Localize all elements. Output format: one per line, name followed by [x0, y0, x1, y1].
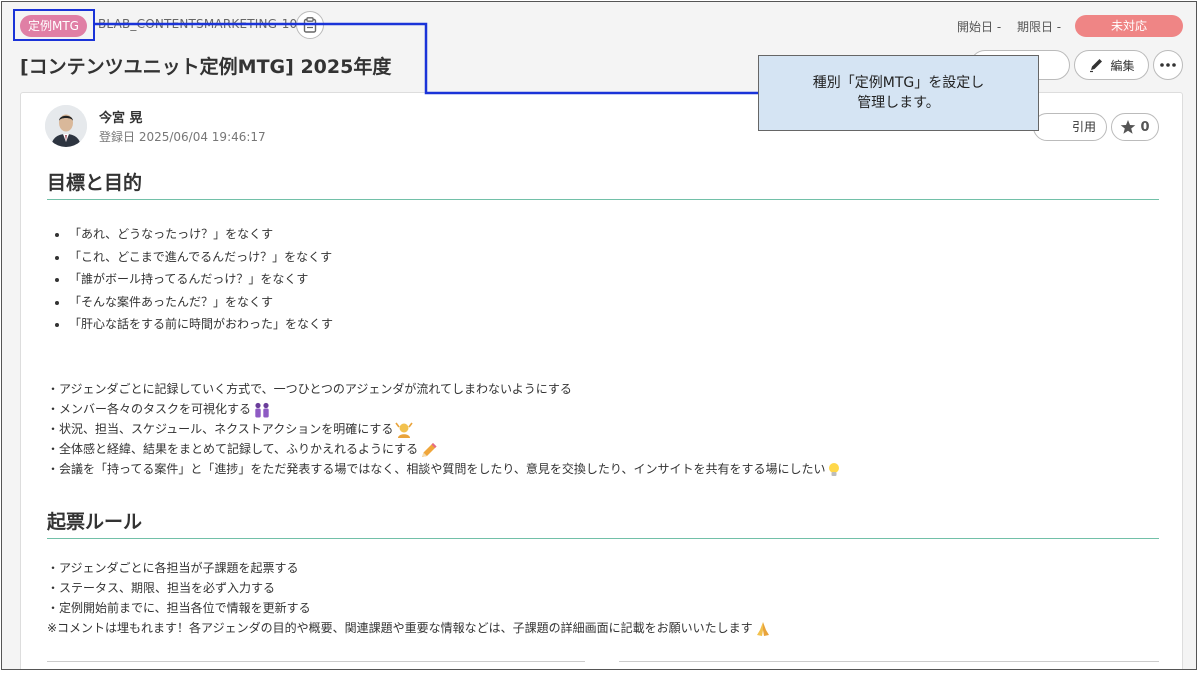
list-item: ・定例開始前までに、担当各位で情報を更新する [47, 598, 771, 618]
line-text: ・アジェンダごとに各担当が子課題を起票する [47, 561, 299, 575]
edit-button[interactable]: 編集 [1074, 50, 1149, 80]
rules-lines: ・アジェンダごとに各担当が子課題を起票する ・ステータス、期限、担当を必ず入力す… [47, 558, 771, 638]
quote-label: 引用 [1071, 120, 1096, 134]
column-divider-left [47, 661, 585, 662]
list-item: 「そんな案件あったんだ？」をなくす [69, 291, 333, 314]
list-item: ・アジェンダごとに各担当が子課題を起票する [47, 558, 771, 578]
status-badge[interactable]: 未対応 [1075, 15, 1183, 37]
avatar[interactable] [45, 105, 87, 147]
author-name: 今宮 晃 [99, 111, 143, 126]
more-dots-icon [1160, 63, 1176, 67]
more-menu-button[interactable] [1153, 50, 1183, 80]
user-photo-icon [45, 105, 87, 147]
issue-detail-screen: 定例MTG BLAB_CONTENTSMARKETING-10 開始日 - 期限… [1, 1, 1197, 670]
line-text: ・全体感と経緯、結果をまとめて記録して、ふりかえれるようにする [47, 442, 419, 456]
star-button[interactable]: 0 [1111, 113, 1159, 141]
annotation-callout: 種別「定例MTG」を設定し 管理します。 [758, 55, 1039, 131]
pencil-emoji-icon [422, 442, 437, 457]
line-text: ・会議を「持ってる案件」と「進捗」をただ発表する場ではなく、相談や質問をしたり、… [47, 462, 826, 476]
light-bulb-emoji-icon [829, 462, 840, 476]
annotation-highlight-box [13, 9, 95, 41]
callout-line-2: 管理します。 [857, 95, 940, 111]
section-heading-goals: 目標と目的 [47, 172, 143, 194]
list-item: ・状況、担当、スケジュール、ネクストアクションを明確にする [47, 419, 841, 439]
people-emoji-icon [255, 402, 269, 417]
pencil-icon [1090, 59, 1103, 73]
edit-label: 編集 [1110, 58, 1135, 73]
issue-header-bar: 定例MTG BLAB_CONTENTSMARKETING-10 開始日 - 期限… [2, 2, 1196, 48]
line-text: ・状況、担当、スケジュール、ネクストアクションを明確にする [47, 422, 394, 436]
list-item: 「誰がボール持ってるんだっけ？」をなくす [69, 268, 333, 291]
page-title: [コンテンツユニット定例MTG] 2025年度 [20, 56, 392, 78]
heading-divider [47, 199, 1159, 200]
start-date: 開始日 - [957, 20, 1002, 34]
line-text: ・アジェンダごとに記録していく方式で、一つひとつのアジェンダが流れてしまわないよ… [47, 382, 572, 396]
due-date: 期限日 - [1016, 20, 1062, 34]
star-icon [1121, 120, 1136, 134]
purpose-lines: ・アジェンダごとに記録していく方式で、一つひとつのアジェンダが流れてしまわないよ… [47, 379, 841, 479]
quote-button[interactable]: 引用 [1033, 113, 1107, 141]
line-text: ・ステータス、期限、担当を必ず入力する [47, 581, 276, 595]
list-item: 「肝心な話をする前に時間がおわった」をなくす [69, 313, 333, 336]
registered-date: 登録日 2025/06/04 19:46:17 [99, 130, 266, 144]
list-item: ※コメントは埋もれます！各アジェンダの目的や概要、関連課題や重要な情報などは、子… [47, 618, 771, 638]
list-item: ・全体感と経緯、結果をまとめて記録して、ふりかえれるようにする [47, 439, 841, 459]
clipboard-icon [303, 17, 317, 33]
star-count: 0 [1140, 119, 1150, 135]
heading-divider [47, 538, 1159, 539]
column-divider-right [619, 661, 1159, 662]
line-text: ※コメントは埋もれます！各アジェンダの目的や概要、関連課題や重要な情報などは、子… [47, 621, 753, 635]
list-item: ・メンバー各々のタスクを可視化する [47, 399, 841, 419]
list-item: 「これ、どこまで進んでるんだっけ？」をなくす [69, 246, 333, 269]
list-item: 「あれ、どうなったっけ？」をなくす [69, 223, 333, 246]
issue-description-card: 今宮 晃 登録日 2025/06/04 19:46:17 引用 0 目標と目的 … [20, 92, 1183, 669]
line-text: ・メンバー各々のタスクを可視化する [47, 402, 252, 416]
line-text: ・定例開始前までに、担当各位で情報を更新する [47, 601, 311, 615]
callout-line-1: 種別「定例MTG」を設定し [812, 75, 985, 91]
section-heading-rules: 起票ルール [47, 511, 143, 533]
issue-dates: 開始日 - 期限日 - [957, 18, 1073, 35]
issue-key: BLAB_CONTENTSMARKETING-10 [98, 17, 298, 31]
list-item: ・ステータス、期限、担当を必ず入力する [47, 578, 771, 598]
copy-key-button[interactable] [296, 11, 324, 39]
person-gesture-emoji-icon [395, 422, 413, 438]
list-item: ・アジェンダごとに記録していく方式で、一つひとつのアジェンダが流れてしまわないよ… [47, 379, 841, 399]
praying-hands-emoji-icon [756, 621, 769, 636]
list-item: ・会議を「持ってる案件」と「進捗」をただ発表する場ではなく、相談や質問をしたり、… [47, 459, 841, 479]
goals-bullet-list: 「あれ、どうなったっけ？」をなくす 「これ、どこまで進んでるんだっけ？」をなくす… [47, 223, 333, 336]
